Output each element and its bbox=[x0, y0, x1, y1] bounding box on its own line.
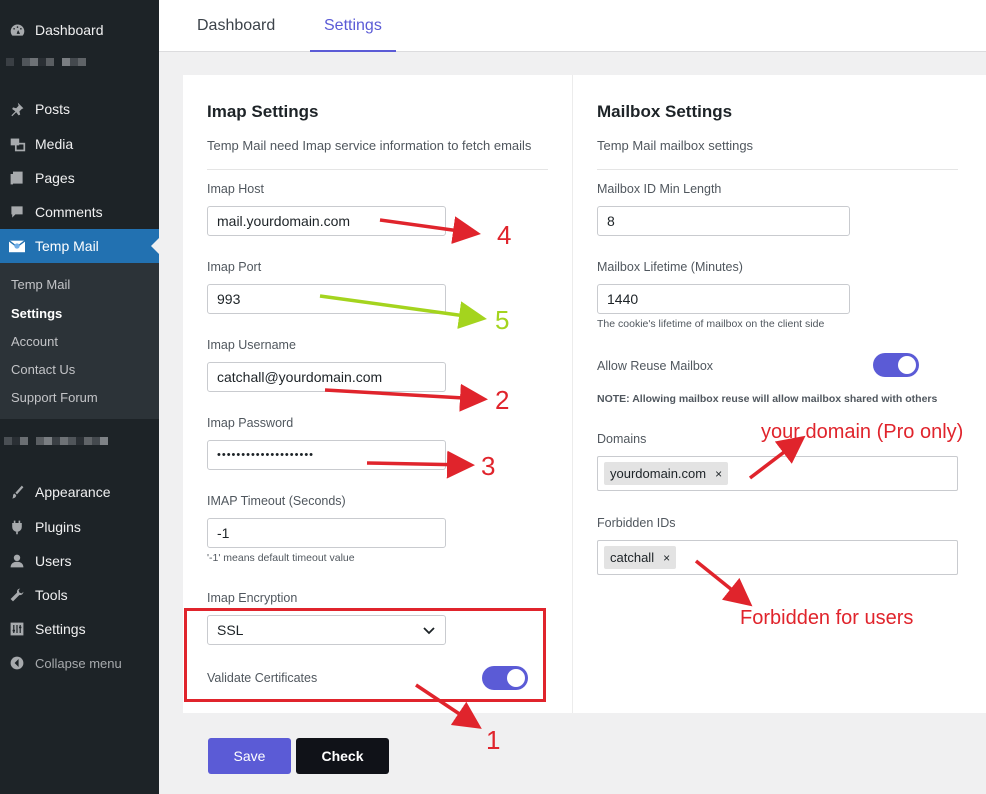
divider bbox=[597, 169, 958, 170]
menu-tools[interactable]: Tools bbox=[0, 578, 159, 612]
forbidden-ids-label: Forbidden IDs bbox=[597, 516, 676, 530]
check-button[interactable]: Check bbox=[296, 738, 389, 774]
toggle-knob bbox=[898, 356, 916, 374]
allow-reuse-mailbox-label: Allow Reuse Mailbox bbox=[597, 359, 714, 373]
menu-label: Pages bbox=[35, 170, 75, 186]
allow-reuse-mailbox-toggle[interactable] bbox=[873, 353, 919, 377]
remove-tag-icon[interactable]: × bbox=[663, 551, 670, 565]
imap-settings-title: Imap Settings bbox=[207, 102, 319, 121]
tag-label: catchall bbox=[610, 550, 655, 565]
submenu-settings[interactable]: Settings bbox=[11, 306, 62, 321]
mailbox-lifetime-input[interactable]: 1440 bbox=[597, 284, 850, 314]
imap-timeout-help: '-1' means default timeout value bbox=[207, 552, 355, 564]
annotation-number: 4 bbox=[497, 220, 512, 250]
menu-label: Posts bbox=[35, 101, 71, 117]
menu-temp-mail[interactable]: Temp Mail bbox=[0, 229, 159, 263]
menu-label: Temp Mail bbox=[35, 238, 99, 254]
comments-icon bbox=[8, 203, 26, 221]
menu-label: Media bbox=[35, 136, 74, 152]
tag-label: yourdomain.com bbox=[610, 466, 707, 481]
menu-users[interactable]: Users bbox=[0, 544, 159, 578]
users-icon bbox=[8, 552, 26, 570]
menu-label: Users bbox=[35, 553, 72, 569]
menu-appearance[interactable]: Appearance bbox=[0, 475, 159, 509]
menu-dashboard[interactable]: Dashboard bbox=[0, 13, 159, 47]
mail-icon bbox=[8, 237, 26, 255]
settings-icon bbox=[8, 620, 26, 638]
mailbox-settings-description: Temp Mail mailbox settings bbox=[597, 138, 754, 153]
submenu-temp-mail[interactable]: Temp Mail bbox=[11, 277, 70, 292]
submenu-support-forum[interactable]: Support Forum bbox=[11, 390, 98, 405]
admin-sidebar: Dashboard Posts Media Pages Comments Tem… bbox=[0, 0, 159, 794]
imap-username-label: Imap Username bbox=[207, 338, 296, 352]
plug-icon bbox=[8, 518, 26, 536]
imap-username-input[interactable]: catchall@yourdomain.com bbox=[207, 362, 446, 392]
forbidden-ids-tag-input[interactable]: catchall × bbox=[597, 540, 958, 575]
collapse-label: Collapse menu bbox=[35, 655, 122, 671]
annotation-number: 3 bbox=[481, 451, 496, 481]
remove-tag-icon[interactable]: × bbox=[715, 467, 722, 481]
annotation-domain-note: your domain (Pro only) bbox=[761, 421, 964, 443]
mailbox-lifetime-label: Mailbox Lifetime (Minutes) bbox=[597, 260, 743, 274]
menu-settings[interactable]: Settings bbox=[0, 612, 159, 646]
menu-label: Dashboard bbox=[35, 22, 104, 38]
save-button[interactable]: Save bbox=[208, 738, 291, 774]
reuse-mailbox-note: NOTE: Allowing mailbox reuse will allow … bbox=[597, 393, 938, 405]
column-divider bbox=[572, 75, 573, 713]
imap-password-input[interactable]: •••••••••••••••••••• bbox=[207, 440, 446, 470]
mailbox-min-length-input[interactable]: 8 bbox=[597, 206, 850, 236]
imap-password-label: Imap Password bbox=[207, 416, 294, 430]
divider bbox=[207, 169, 548, 170]
menu-pages[interactable]: Pages bbox=[0, 161, 159, 195]
mailbox-settings-title: Mailbox Settings bbox=[597, 102, 733, 121]
imap-port-input[interactable]: 993 bbox=[207, 284, 446, 314]
mailbox-min-length-label: Mailbox ID Min Length bbox=[597, 182, 722, 196]
imap-encryption-label: Imap Encryption bbox=[207, 591, 298, 605]
imap-host-label: Imap Host bbox=[207, 182, 264, 196]
menu-label: Tools bbox=[35, 587, 68, 603]
menu-label: Comments bbox=[35, 204, 103, 220]
tab-bar: Dashboard Settings bbox=[159, 0, 986, 52]
obscured-menu-item bbox=[6, 58, 86, 76]
pages-icon bbox=[8, 169, 26, 187]
brush-icon bbox=[8, 483, 26, 501]
tab-settings[interactable]: Settings bbox=[310, 0, 396, 52]
imap-settings-description: Temp Mail need Imap service information … bbox=[207, 138, 532, 153]
temp-mail-submenu: Temp Mail Settings Account Contact Us Su… bbox=[0, 263, 159, 419]
menu-comments[interactable]: Comments bbox=[0, 195, 159, 229]
imap-host-input[interactable]: mail.yourdomain.com bbox=[207, 206, 446, 236]
submenu-contact-us[interactable]: Contact Us bbox=[11, 362, 75, 377]
menu-posts[interactable]: Posts bbox=[0, 92, 159, 126]
obscured-menu-item bbox=[4, 437, 108, 455]
menu-media[interactable]: Media bbox=[0, 127, 159, 161]
menu-label: Plugins bbox=[35, 519, 81, 535]
imap-timeout-input[interactable]: -1 bbox=[207, 518, 446, 548]
collapse-menu-button[interactable]: Collapse menu bbox=[0, 646, 159, 680]
mailbox-lifetime-help: The cookie's lifetime of mailbox on the … bbox=[597, 318, 825, 330]
domain-tag: yourdomain.com × bbox=[604, 462, 729, 485]
annotation-number: 2 bbox=[495, 385, 510, 415]
menu-label: Appearance bbox=[35, 484, 111, 500]
forbidden-tag: catchall × bbox=[604, 546, 677, 569]
dashboard-icon bbox=[8, 21, 26, 39]
collapse-icon bbox=[8, 654, 26, 672]
wrench-icon bbox=[8, 586, 26, 604]
highlight-box bbox=[184, 608, 546, 702]
menu-label: Settings bbox=[35, 621, 86, 637]
submenu-account[interactable]: Account bbox=[11, 334, 58, 349]
imap-port-label: Imap Port bbox=[207, 260, 262, 274]
annotation-number: 5 bbox=[495, 305, 510, 335]
domains-label: Domains bbox=[597, 432, 647, 446]
annotation-number: 1 bbox=[486, 725, 501, 755]
annotation-forbidden-note: Forbidden for users bbox=[740, 607, 914, 629]
tab-dashboard[interactable]: Dashboard bbox=[195, 0, 277, 51]
pin-icon bbox=[8, 100, 26, 118]
imap-timeout-label: IMAP Timeout (Seconds) bbox=[207, 494, 346, 508]
menu-plugins[interactable]: Plugins bbox=[0, 510, 159, 544]
domains-tag-input[interactable]: yourdomain.com × bbox=[597, 456, 958, 491]
media-icon bbox=[8, 135, 26, 153]
